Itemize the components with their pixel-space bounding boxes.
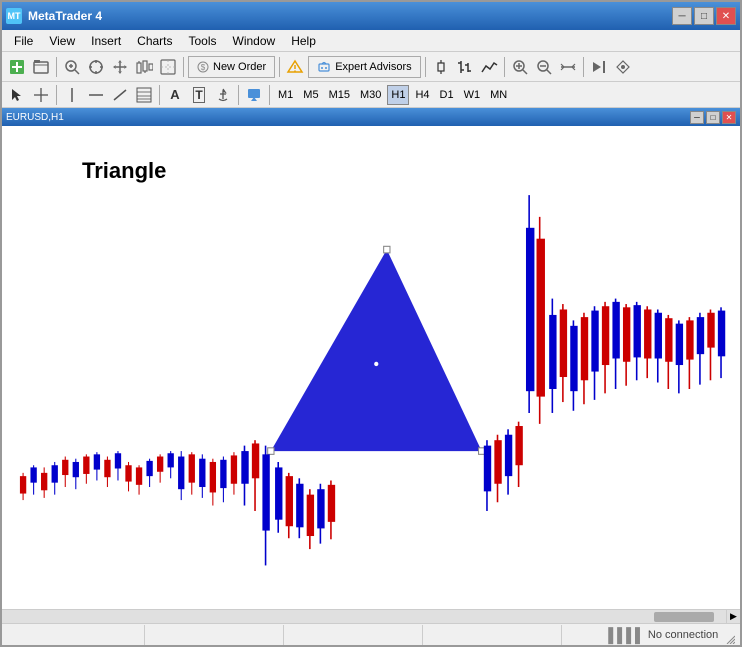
separator-6 [583,57,584,77]
separator-1 [56,57,57,77]
chart-type-icon[interactable] [133,56,155,78]
tf-mn[interactable]: MN [486,85,511,105]
line-chart-icon[interactable] [478,56,500,78]
crosshair-tool-icon[interactable] [30,84,52,106]
move-icon[interactable] [109,56,131,78]
new-order-label: New Order [213,61,266,73]
title-bar: MT MetaTrader 4 ─ □ ✕ [2,2,740,30]
separator-5 [504,57,505,77]
menu-window[interactable]: Window [225,32,284,50]
menu-bar: File View Insert Charts Tools Window Hel… [2,30,740,52]
status-sections: ▌▌▌▌ No connection [6,625,722,645]
horizontal-line-icon[interactable] [85,84,107,106]
separator-2 [183,57,184,77]
restore-button[interactable]: □ [694,7,714,25]
chart-area[interactable]: Triangle [2,108,740,609]
resize-handle[interactable] [722,625,736,645]
scroll-right-btn[interactable]: ▶ [726,610,740,624]
new-order-button[interactable]: $ New Order [188,56,275,78]
tf-m1[interactable]: M1 [274,85,297,105]
tf-m15[interactable]: M15 [325,85,354,105]
tf-h4[interactable]: H4 [411,85,433,105]
candle-icon[interactable] [430,56,452,78]
svg-text:$: $ [201,63,206,72]
inner-window-title: EURUSD,H1 [6,112,64,123]
expert-advisors-button[interactable]: Expert Advisors [308,56,420,78]
separator-4 [425,57,426,77]
zoom-out-chart-icon[interactable] [533,56,555,78]
triangle-handle-top [384,246,390,253]
fix-scale-icon[interactable] [557,56,579,78]
separator-draw-2 [159,85,160,105]
triangle-center [374,362,378,366]
scrollbar-thumb[interactable] [654,612,714,622]
inner-close-btn[interactable]: ✕ [722,111,736,124]
separator-draw-4 [269,85,270,105]
menu-file[interactable]: File [6,32,41,50]
select-tool-icon[interactable] [6,84,28,106]
tf-h1[interactable]: H1 [387,85,409,105]
scroll-end-icon[interactable] [588,56,610,78]
new-chart-icon[interactable] [6,56,28,78]
tf-d1[interactable]: D1 [436,85,458,105]
main-toolbar: $ New Order Expert Advisors [2,52,740,82]
menu-charts[interactable]: Charts [129,32,180,50]
tf-m30[interactable]: M30 [356,85,385,105]
zoom-in-chart-icon[interactable] [509,56,531,78]
vertical-line-icon[interactable] [61,84,83,106]
app-icon: MT [6,8,22,24]
cursor-icon[interactable] [157,56,179,78]
title-bar-controls: ─ □ ✕ [672,7,736,25]
trendline-icon[interactable] [109,84,131,106]
status-bar: ▌▌▌▌ No connection [2,623,740,645]
crosshair-icon[interactable] [85,56,107,78]
connection-label: No connection [648,629,718,641]
menu-view[interactable]: View [41,32,83,50]
status-section-1 [6,625,145,645]
tf-m5[interactable]: M5 [299,85,322,105]
tf-w1[interactable]: W1 [460,85,485,105]
menu-tools[interactable]: Tools [181,32,225,50]
connection-status: ▌▌▌▌ No connection [608,627,718,643]
auto-scroll-icon[interactable] [612,56,634,78]
chart-svg [2,108,740,609]
inner-window-controls: ─ □ ✕ [690,111,736,124]
bar-icon[interactable] [454,56,476,78]
menu-insert[interactable]: Insert [83,32,129,50]
fib-icon[interactable] [133,84,155,106]
menu-help[interactable]: Help [283,32,324,50]
inner-minimize-btn[interactable]: ─ [690,111,704,124]
window-title: MetaTrader 4 [28,9,102,23]
alert-icon[interactable] [284,56,306,78]
anchor-icon[interactable] [212,84,234,106]
triangle-shape [271,250,482,451]
open-icon[interactable] [30,56,52,78]
expert-advisors-label: Expert Advisors [335,61,411,73]
separator-draw-1 [56,85,57,105]
triangle-handle-bottom-left [268,448,274,455]
inner-restore-btn[interactable]: □ [706,111,720,124]
zoom-in-icon[interactable] [61,56,83,78]
main-window: MT MetaTrader 4 ─ □ ✕ File View Insert C… [0,0,742,647]
inner-title-bar: EURUSD,H1 ─ □ ✕ [2,108,740,126]
drawing-toolbar: A T M1 M5 M15 M30 H1 H4 D1 W1 MN [2,82,740,108]
title-bar-left: MT MetaTrader 4 [6,8,102,24]
close-button[interactable]: ✕ [716,7,736,25]
horizontal-scrollbar[interactable]: ▶ [2,609,740,623]
separator-3 [279,57,280,77]
text-icon[interactable]: A [164,84,186,106]
status-section-3 [284,625,423,645]
status-section-2 [145,625,284,645]
color-picker-icon[interactable] [243,84,265,106]
status-connection-section: ▌▌▌▌ No connection [562,625,722,645]
signal-icon: ▌▌▌▌ [608,627,644,643]
status-section-4 [423,625,562,645]
separator-draw-3 [238,85,239,105]
text-label-icon[interactable]: T [188,84,210,106]
minimize-button[interactable]: ─ [672,7,692,25]
